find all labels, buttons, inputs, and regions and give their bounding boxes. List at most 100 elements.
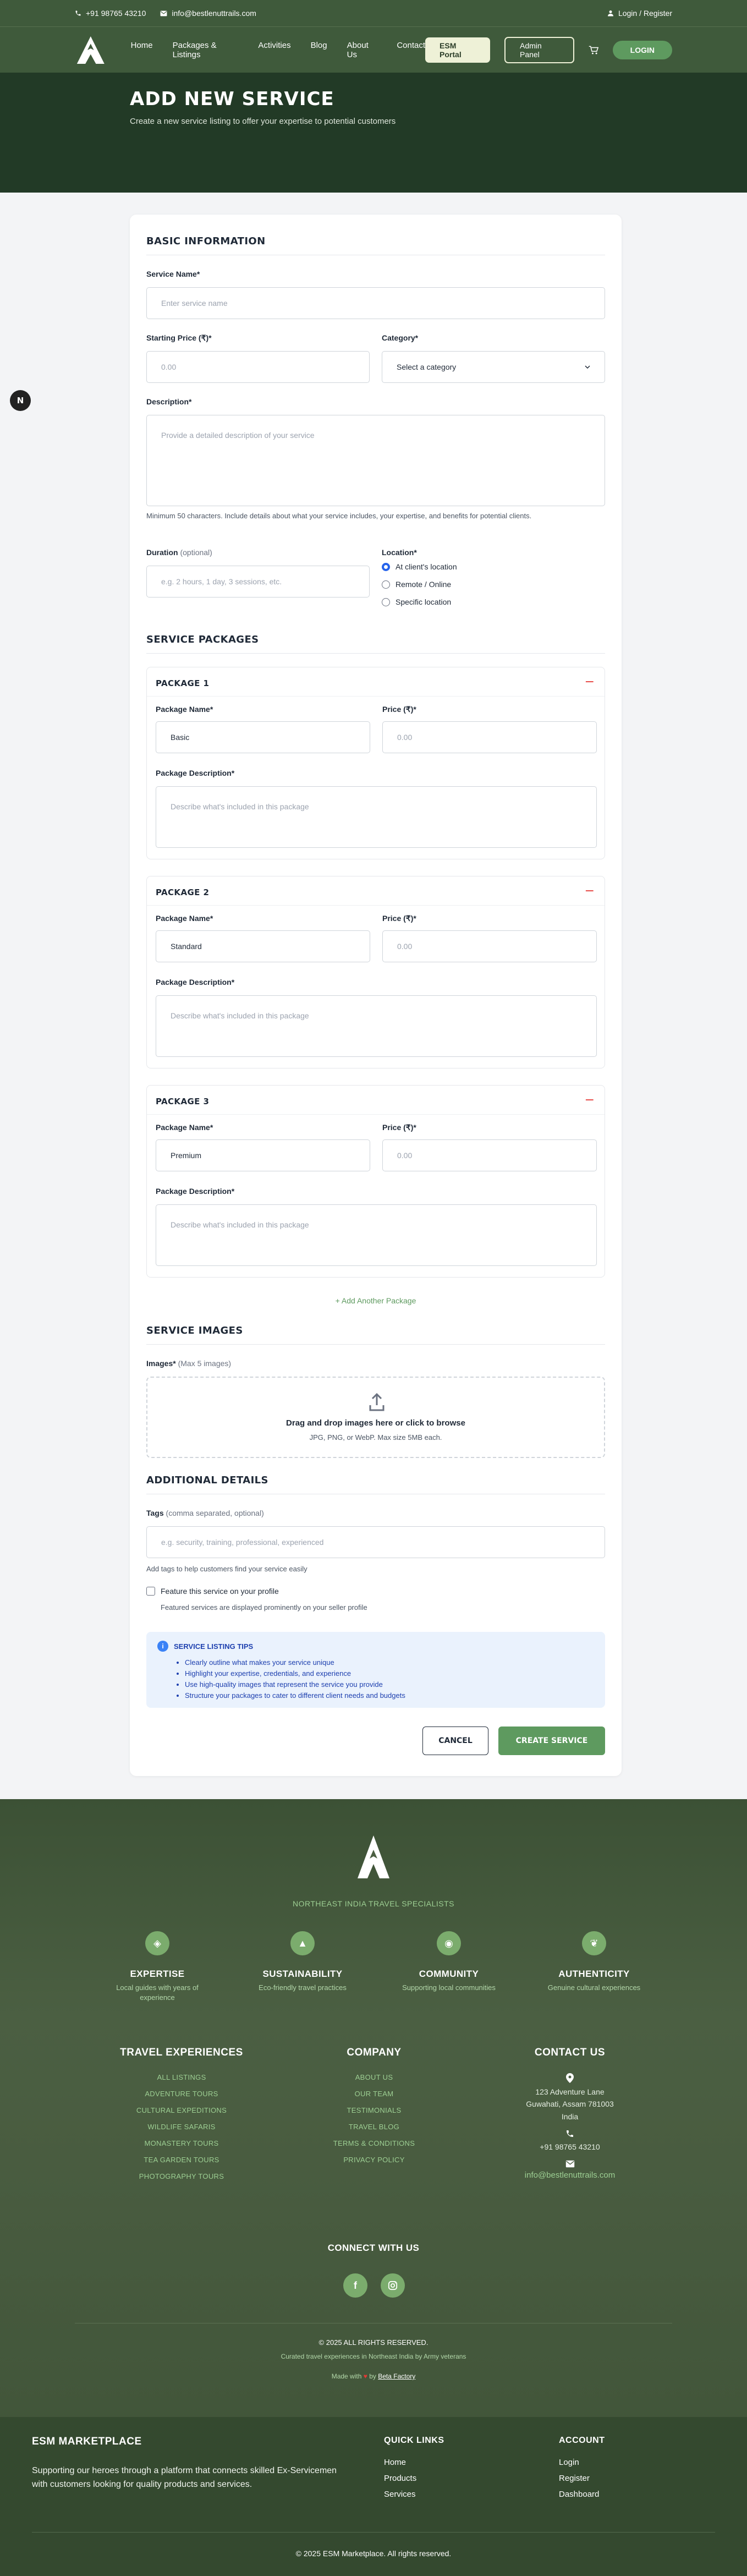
account-link[interactable]: Login — [559, 2458, 605, 2467]
login-register-link[interactable]: Login / Register — [607, 9, 672, 18]
instagram-icon[interactable] — [381, 2273, 405, 2298]
package-desc-textarea[interactable]: Describe what's included in this package — [156, 995, 597, 1057]
tags-label: Tags (comma separated, optional) — [146, 1509, 264, 1517]
footer-link[interactable]: TERMS & CONDITIONS — [292, 2139, 457, 2147]
tip-item: Use high-quality images that represent t… — [185, 1679, 594, 1690]
service-name-label: Service Name* — [146, 270, 200, 278]
feature-community: ◉ COMMUNITY Supporting local communities — [394, 1931, 504, 1993]
floating-avatar-button[interactable]: N — [10, 390, 31, 411]
footer-link[interactable]: CULTURAL EXPEDITIONS — [99, 2106, 264, 2114]
add-service-form: BASIC INFORMATION Service Name* Enter se… — [130, 215, 622, 1776]
facebook-icon[interactable]: f — [343, 2273, 367, 2298]
package-title: PACKAGE 1 — [156, 678, 210, 688]
tags-input[interactable]: e.g. security, training, professional, e… — [146, 1526, 605, 1558]
footer-link[interactable]: TRAVEL BLOG — [292, 2123, 457, 2131]
esm-portal-button[interactable]: ESM Portal — [425, 37, 490, 63]
package-name-label: Package Name* — [156, 705, 213, 714]
nav-links: Home Packages & Listings Activities Blog… — [131, 41, 425, 59]
phone-contact[interactable]: +91 98765 43210 — [75, 9, 146, 18]
connect-heading: CONNECT WITH US — [327, 2243, 420, 2253]
made-by-link[interactable]: Beta Factory — [378, 2372, 415, 2380]
package-desc-textarea[interactable]: Describe what's included in this package — [156, 1204, 597, 1266]
location-radio-remote[interactable]: Remote / Online — [382, 580, 451, 589]
create-service-button[interactable]: CREATE SERVICE — [498, 1727, 605, 1755]
package-name-input[interactable]: Standard — [156, 930, 370, 962]
nav-item-activities[interactable]: Activities — [258, 41, 290, 59]
address-line: India — [561, 2112, 579, 2121]
admin-panel-button[interactable]: Admin Panel — [504, 36, 574, 63]
feature-title: AUTHENTICITY — [558, 1969, 630, 1979]
description-textarea[interactable]: Provide a detailed description of your s… — [146, 415, 605, 506]
nav-item-packages[interactable]: Packages & Listings — [173, 41, 239, 59]
service-name-input[interactable]: Enter service name — [146, 287, 605, 319]
footer-link[interactable]: ALL LISTINGS — [99, 2073, 264, 2081]
remove-package-button[interactable]: − — [585, 1093, 595, 1107]
footer-link[interactable]: ADVENTURE TOURS — [99, 2090, 264, 2098]
login-button[interactable]: LOGIN — [612, 40, 672, 59]
marketplace-divider — [32, 2532, 715, 2533]
divider — [147, 905, 605, 906]
images-label-text: Images* — [146, 1359, 176, 1368]
description-hint: Minimum 50 characters. Include details a… — [146, 512, 532, 520]
footer-link[interactable]: MONASTERY TOURS — [99, 2139, 264, 2147]
starting-price-input[interactable]: 0.00 — [146, 351, 370, 383]
quick-link[interactable]: Home — [384, 2458, 444, 2467]
quick-link[interactable]: Services — [384, 2490, 444, 2499]
footer-email[interactable]: info@bestlenuttrails.com — [487, 2171, 652, 2180]
footer-link[interactable]: PRIVACY POLICY — [292, 2156, 457, 2164]
footer-link[interactable]: TEA GARDEN TOURS — [99, 2156, 264, 2164]
main-nav: Home Packages & Listings Activities Blog… — [0, 26, 747, 73]
dropzone-title: Drag and drop images here or click to br… — [286, 1418, 465, 1428]
feature-checkbox[interactable]: Feature this service on your profile — [146, 1587, 279, 1596]
nav-item-home[interactable]: Home — [131, 41, 153, 59]
package-name-input[interactable]: Basic — [156, 721, 370, 753]
image-dropzone[interactable]: Drag and drop images here or click to br… — [146, 1377, 605, 1458]
tags-hint: Add tags to help customers find your ser… — [146, 1565, 307, 1573]
duration-label: Duration (optional) — [146, 548, 212, 557]
package-desc-textarea[interactable]: Describe what's included in this package — [156, 786, 597, 848]
package-title: PACKAGE 2 — [156, 887, 210, 897]
remove-package-button[interactable]: − — [585, 675, 595, 689]
account-link[interactable]: Dashboard — [559, 2490, 605, 2499]
footer-phone[interactable]: +91 98765 43210 — [487, 2141, 652, 2153]
site-logo[interactable] — [75, 34, 107, 67]
footer-link[interactable]: TESTIMONIALS — [292, 2106, 457, 2114]
location-radio-client[interactable]: At client's location — [382, 562, 457, 571]
marketplace-description: Supporting our heroes through a platform… — [32, 2466, 337, 2489]
category-select[interactable]: Select a category — [382, 351, 605, 383]
nav-item-contact[interactable]: Contact — [397, 41, 425, 59]
duration-input[interactable]: e.g. 2 hours, 1 day, 3 sessions, etc. — [146, 566, 370, 598]
footer-logo[interactable] — [356, 1834, 391, 1879]
footer-link[interactable]: WILDLIFE SAFARIS — [99, 2123, 264, 2131]
divider — [147, 696, 605, 697]
add-package-button[interactable]: + Add Another Package — [130, 1296, 622, 1305]
footer-tagline: NORTHEAST INDIA TRAVEL SPECIALISTS — [293, 1899, 454, 1908]
nav-item-about[interactable]: About Us — [347, 41, 377, 59]
radio-unchecked — [382, 580, 390, 589]
email-contact[interactable]: info@bestlenuttrails.com — [160, 9, 256, 18]
quick-link[interactable]: Products — [384, 2474, 444, 2483]
cart-icon[interactable] — [589, 45, 598, 55]
package-price-input[interactable]: 0.00 — [382, 930, 597, 962]
footer-link[interactable]: ABOUT US — [292, 2073, 457, 2081]
feature-title: EXPERTISE — [130, 1969, 185, 1979]
package-price-input[interactable]: 0.00 — [382, 1139, 597, 1171]
footer-contact-column: CONTACT US 123 Adventure Lane Guwahati, … — [487, 2047, 652, 2180]
remove-package-button[interactable]: − — [585, 884, 595, 898]
feature-checkbox-label: Feature this service on your profile — [161, 1587, 279, 1596]
package-card-1: PACKAGE 1 − Package Name* Basic Price (₹… — [146, 667, 605, 859]
footer-link[interactable]: OUR TEAM — [292, 2090, 457, 2098]
footer-column-title: COMPANY — [347, 2047, 402, 2058]
feature-desc: Eco-friendly travel practices — [259, 1983, 347, 1992]
email-text: info@bestlenuttrails.com — [172, 9, 256, 18]
location-radio-specific[interactable]: Specific location — [382, 598, 451, 606]
package-name-input[interactable]: Premium — [156, 1139, 370, 1171]
footer-link[interactable]: PHOTOGRAPHY TOURS — [99, 2172, 264, 2180]
images-label-note: (Max 5 images) — [178, 1359, 232, 1368]
package-price-input[interactable]: 0.00 — [382, 721, 597, 753]
account-link[interactable]: Register — [559, 2474, 605, 2483]
cancel-button[interactable]: CANCEL — [422, 1727, 488, 1755]
marketplace-footer: ESM MARKETPLACE Supporting our heroes th… — [0, 2417, 747, 2576]
page-title: ADD NEW SERVICE — [130, 88, 334, 110]
nav-item-blog[interactable]: Blog — [311, 41, 327, 59]
